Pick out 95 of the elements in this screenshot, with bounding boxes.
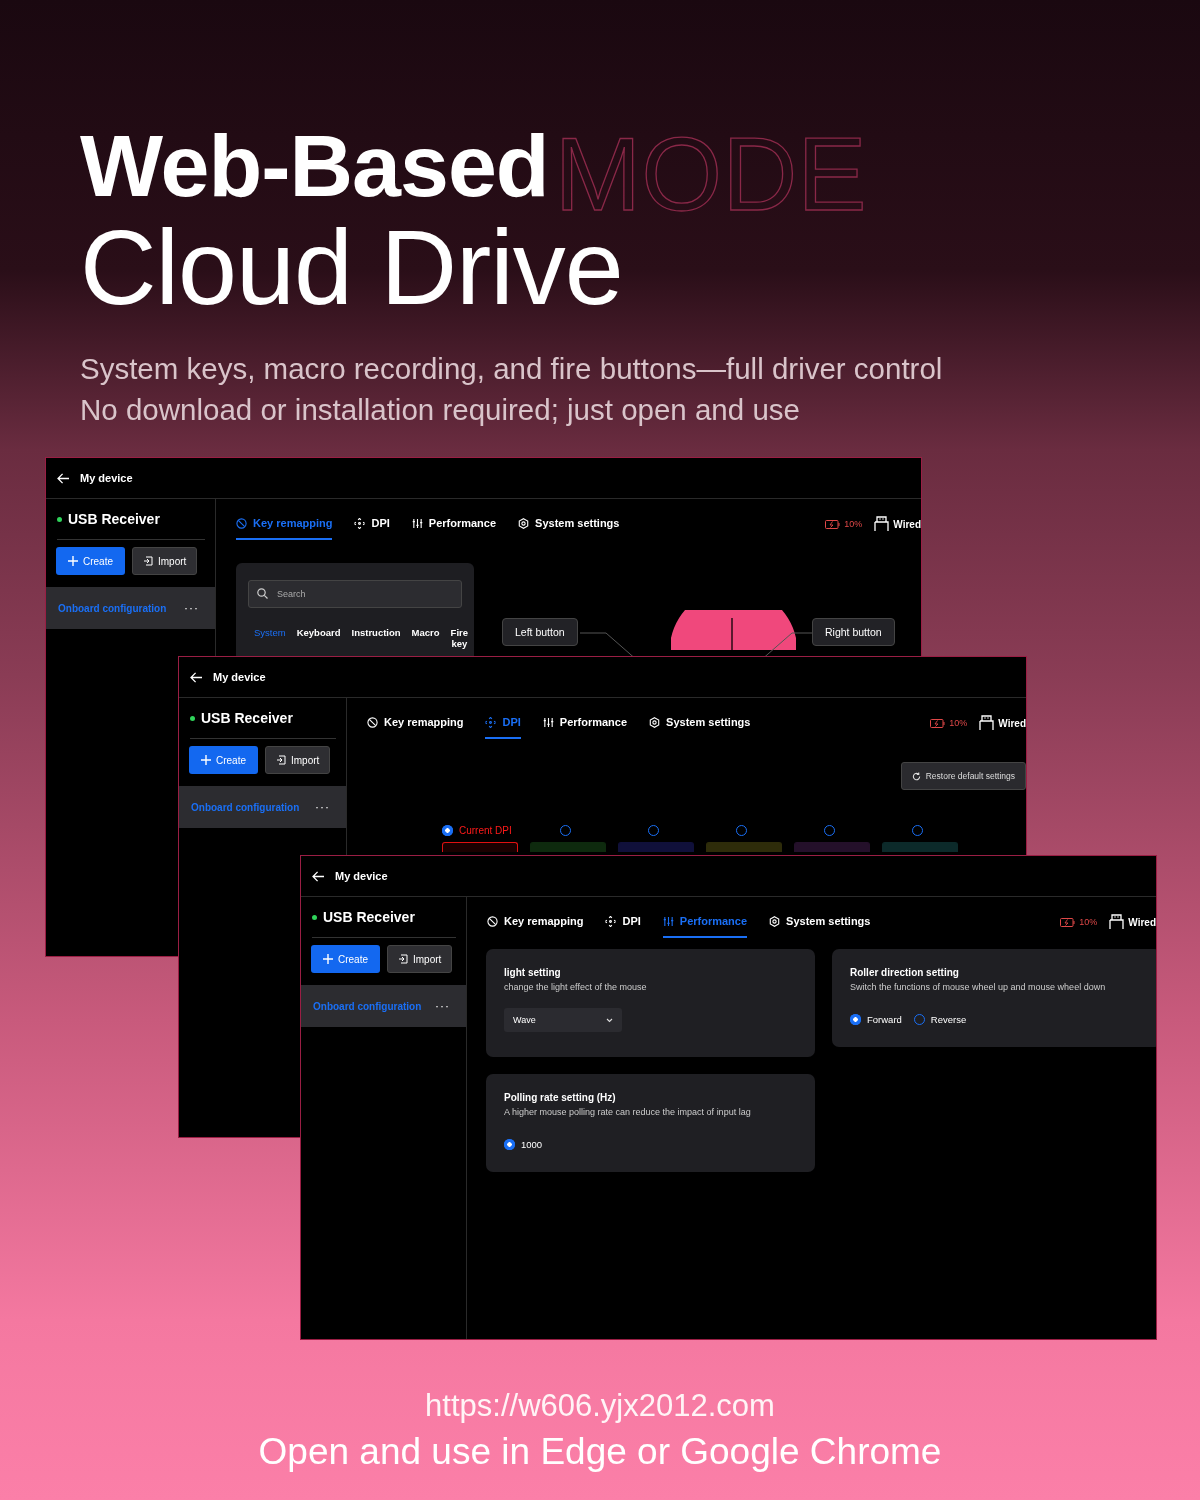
move-arrows-icon [485, 716, 497, 728]
card-description: A higher mouse polling rate can reduce the impact of input lag [504, 1107, 752, 1117]
chevron-down-icon [606, 1017, 613, 1023]
usb-plug-icon [979, 715, 995, 731]
create-button[interactable]: Create [56, 547, 125, 575]
connection-label: Wired [893, 518, 921, 530]
tab[interactable]: Key remapping [236, 508, 333, 540]
footer-caption: Open and use in Edge or Google Chrome [257, 1430, 943, 1474]
subtitle: No download or installation required; just open and use [80, 392, 801, 428]
battery-level: 10% [844, 519, 863, 529]
select-field[interactable]: Wave [504, 1008, 622, 1032]
window-title: My device [80, 472, 133, 484]
category-tab[interactable]: Fire key [450, 627, 469, 649]
import-button[interactable]: Import [132, 547, 198, 575]
tab[interactable]: System settings [769, 906, 871, 938]
tab[interactable]: Performance [411, 508, 497, 540]
category-tab[interactable]: Instruction [351, 627, 401, 638]
device-name: USB Receiver [201, 710, 293, 726]
tab[interactable]: Performance [662, 906, 748, 938]
sliders-icon [542, 716, 554, 728]
create-button[interactable]: Create [189, 746, 258, 774]
battery-icon [1060, 917, 1076, 927]
tab[interactable]: Performance [542, 707, 628, 739]
window-title: My device [335, 870, 388, 882]
website-url: https://w606.yjx2012.com [424, 1387, 776, 1425]
search-field[interactable]: Search [248, 580, 462, 608]
move-arrows-icon [354, 517, 366, 529]
tab[interactable]: Key remapping [367, 707, 464, 739]
slash-circle-icon [236, 517, 247, 529]
hexagon-gear-icon [518, 517, 530, 529]
move-arrows-icon [605, 915, 617, 927]
device-name: USB Receiver [323, 909, 415, 925]
button-label[interactable]: Right button [812, 618, 895, 646]
slash-circle-icon [367, 716, 378, 728]
refresh-icon [911, 771, 921, 781]
subtitle: System keys, macro recording, and fire buttons—full driver control [80, 351, 944, 387]
card-title: Polling rate setting (Hz) [504, 1092, 617, 1103]
status-dot-icon [57, 516, 62, 522]
more-menu[interactable]: ··· [315, 800, 330, 814]
battery-level: 10% [949, 718, 968, 728]
category-tab[interactable]: System [254, 627, 286, 638]
hexagon-gear-icon [649, 716, 661, 728]
category-tab[interactable]: Keyboard [296, 627, 341, 638]
restore-button[interactable]: Restore default settings [900, 762, 1026, 790]
battery-icon [825, 519, 841, 529]
import-button[interactable]: Import [265, 746, 331, 774]
back-arrow-icon[interactable] [57, 472, 70, 484]
plus-icon [68, 556, 78, 566]
import-button[interactable]: Import [387, 945, 453, 973]
import-icon [398, 954, 408, 964]
card-title: Roller direction setting [850, 967, 960, 978]
search-icon [257, 588, 268, 599]
back-arrow-icon[interactable] [312, 870, 325, 882]
tab[interactable]: DPI [485, 707, 521, 739]
sliders-icon [411, 517, 423, 529]
card-description: Switch the functions of mouse wheel up and mouse wheel down [850, 982, 1107, 992]
usb-plug-icon [874, 516, 890, 532]
tab[interactable]: DPI [354, 508, 390, 540]
connection-label: Wired [998, 717, 1026, 729]
option-label: Reverse [930, 1014, 967, 1025]
tab[interactable]: DPI [605, 906, 641, 938]
radio-button[interactable] [850, 1014, 861, 1025]
status-dot-icon [312, 914, 317, 920]
more-menu[interactable]: ··· [184, 601, 199, 615]
more-menu[interactable]: ··· [435, 999, 450, 1013]
tab[interactable]: System settings [649, 707, 751, 739]
option-label: Forward [867, 1014, 902, 1025]
connection-label: Wired [1128, 916, 1156, 928]
import-icon [276, 755, 286, 765]
dpi-slot[interactable] [442, 842, 518, 852]
status-dot-icon [190, 715, 195, 721]
radio-button[interactable] [504, 1139, 515, 1150]
sliders-icon [662, 915, 674, 927]
create-button[interactable]: Create [311, 945, 380, 973]
plus-icon [323, 954, 333, 964]
radio-button[interactable] [442, 824, 453, 836]
hexagon-gear-icon [769, 915, 781, 927]
option-label: 1000 [521, 1139, 543, 1150]
device-name: USB Receiver [68, 511, 160, 527]
usb-plug-icon [1109, 914, 1125, 930]
back-arrow-icon[interactable] [190, 671, 203, 683]
dpi-label: Current DPI [459, 824, 512, 836]
slash-circle-icon [487, 915, 498, 927]
button-label[interactable]: Left button [502, 618, 578, 646]
card-description: change the light effect of the mouse [504, 982, 648, 992]
headline: Web-Based [80, 118, 549, 214]
window-title: My device [213, 671, 266, 683]
import-icon [143, 556, 153, 566]
category-tab[interactable]: Macro [411, 627, 440, 638]
plus-icon [201, 755, 211, 765]
tab[interactable]: System settings [518, 508, 620, 540]
card-title: light setting [504, 967, 562, 978]
battery-level: 10% [1079, 917, 1098, 927]
battery-icon [930, 718, 946, 728]
tab[interactable]: Key remapping [487, 906, 584, 938]
